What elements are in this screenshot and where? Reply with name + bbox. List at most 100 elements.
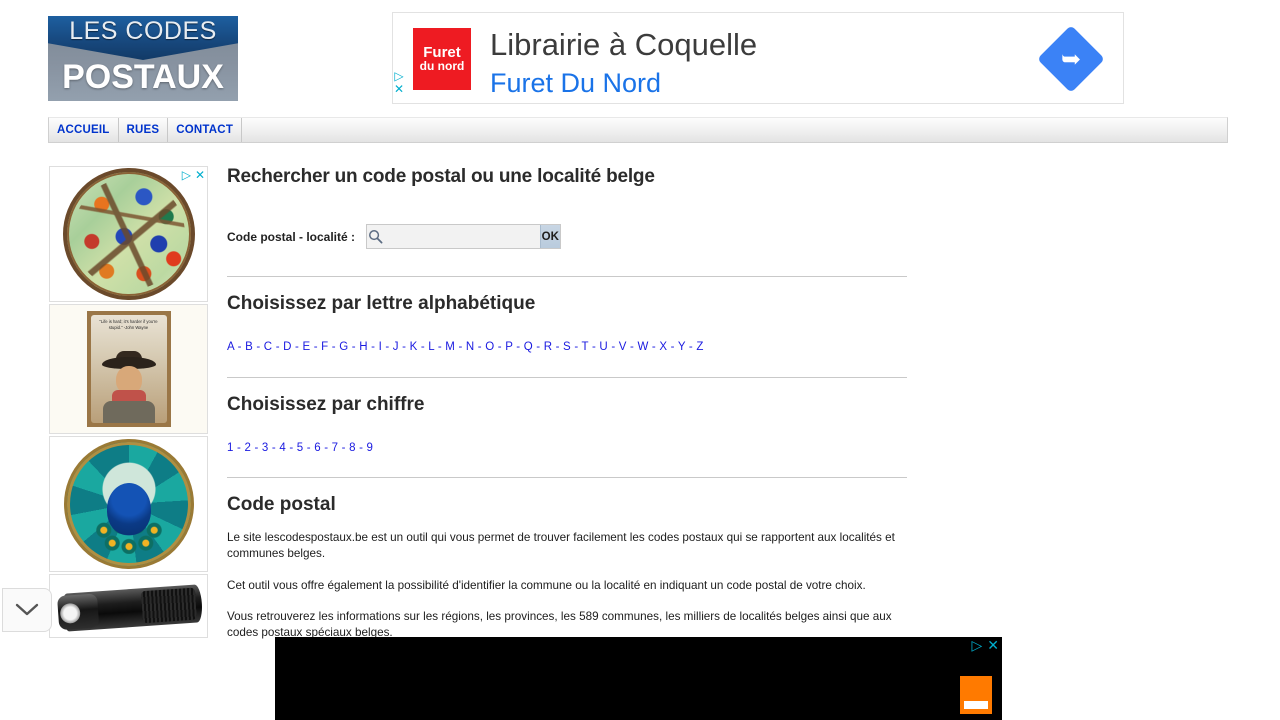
- link-separator: -: [455, 341, 466, 353]
- nav-item-accueil-label: ACCUEIL: [57, 124, 110, 136]
- nav-item-contact[interactable]: CONTACT: [168, 118, 243, 142]
- sidebar-ad-flashlight[interactable]: [49, 574, 208, 638]
- letter-link-z[interactable]: Z: [696, 341, 703, 353]
- main-navigation: ACCUEIL RUES CONTACT: [48, 117, 1228, 143]
- chevron-down-icon: [15, 603, 39, 616]
- nav-item-rues[interactable]: RUES: [119, 118, 169, 142]
- link-separator: -: [552, 341, 564, 353]
- site-logo[interactable]: LES CODES POSTAUX: [48, 16, 238, 101]
- adchoices-triangle-icon[interactable]: ▷: [182, 169, 191, 181]
- digit-link-4[interactable]: 4: [279, 442, 286, 454]
- link-separator: -: [291, 341, 303, 353]
- link-separator: -: [685, 341, 697, 353]
- letter-link-v[interactable]: V: [619, 341, 627, 353]
- bottom-advertisement[interactable]: ▷ ✕: [275, 637, 1002, 720]
- poster-inner: "Life is hard; it's harder if you're stu…: [90, 315, 167, 423]
- arrow-right-glyph: ➥: [1060, 45, 1082, 73]
- ad-headline: Librairie à Coquelle: [490, 27, 758, 62]
- letter-link-h[interactable]: H: [359, 341, 368, 353]
- letter-link-w[interactable]: W: [637, 341, 648, 353]
- page-root: LES CODES POSTAUX Furet du nord Librairi…: [0, 0, 1280, 720]
- link-separator: -: [434, 341, 446, 353]
- digit-link-9[interactable]: 9: [367, 442, 374, 454]
- link-separator: -: [310, 341, 322, 353]
- top-ad-adchoices[interactable]: ▷ ✕: [394, 70, 404, 95]
- search-icon: [367, 225, 384, 248]
- link-separator: -: [348, 341, 360, 353]
- letter-link-t[interactable]: T: [582, 341, 589, 353]
- digit-link-1[interactable]: 1: [227, 442, 234, 454]
- link-separator: -: [355, 442, 367, 454]
- letter-link-m[interactable]: M: [445, 341, 455, 353]
- link-separator: -: [626, 341, 638, 353]
- close-icon[interactable]: ✕: [195, 169, 205, 181]
- link-separator: -: [303, 442, 315, 454]
- close-icon[interactable]: ✕: [394, 83, 404, 95]
- nav-item-contact-label: CONTACT: [176, 124, 234, 136]
- search-submit-button[interactable]: OK: [539, 225, 561, 248]
- digit-link-row: 1 - 2 - 3 - 4 - 5 - 6 - 7 - 8 - 9: [227, 442, 927, 454]
- letter-link-u[interactable]: U: [599, 341, 608, 353]
- link-separator: -: [417, 341, 429, 353]
- link-separator: -: [532, 341, 544, 353]
- letter-link-q[interactable]: Q: [524, 341, 533, 353]
- link-separator: -: [285, 442, 297, 454]
- arrow-right-icon[interactable]: ➥: [1037, 25, 1105, 93]
- poster-quote-text: "Life is hard; it's harder if you're stu…: [99, 319, 158, 331]
- poster-image: "Life is hard; it's harder if you're stu…: [86, 311, 171, 427]
- link-separator: -: [588, 341, 600, 353]
- advertiser-logo: Furet du nord: [413, 28, 471, 90]
- advertiser-logo-line2: du nord: [419, 58, 465, 73]
- letter-link-r[interactable]: R: [544, 341, 553, 353]
- letter-link-p[interactable]: P: [505, 341, 513, 353]
- adchoices-triangle-icon[interactable]: ▷: [971, 638, 982, 652]
- digit-link-6[interactable]: 6: [314, 442, 321, 454]
- close-icon[interactable]: ✕: [987, 638, 999, 652]
- adchoices-triangle-icon[interactable]: ▷: [394, 70, 403, 82]
- digit-section-title: Choisissez par chiffre: [227, 394, 425, 415]
- scroll-down-button[interactable]: [2, 588, 52, 632]
- sidebar-ad-stained-glass-peacock[interactable]: [49, 436, 208, 572]
- link-separator: -: [494, 341, 506, 353]
- link-separator: -: [648, 341, 660, 353]
- nav-item-rues-label: RUES: [126, 124, 160, 136]
- letter-link-b[interactable]: B: [245, 341, 253, 353]
- link-separator: -: [607, 341, 619, 353]
- link-separator: -: [367, 341, 379, 353]
- peacock-feather-eyes: [93, 520, 164, 554]
- sidebar-ad-stained-glass-birds[interactable]: ▷ ✕: [49, 166, 208, 302]
- link-separator: -: [667, 341, 678, 353]
- link-separator: -: [474, 341, 486, 353]
- info-paragraph-1: Le site lescodespostaux.be est un outil …: [227, 531, 895, 560]
- logo-line1: LES CODES: [69, 17, 217, 45]
- bottom-ad-orange-block: [960, 676, 992, 714]
- digit-link-8[interactable]: 8: [349, 442, 356, 454]
- link-separator: -: [252, 341, 264, 353]
- bottom-ad-adchoices[interactable]: ▷ ✕: [971, 638, 999, 652]
- flashlight-image: [56, 584, 204, 632]
- search-label: Code postal - localité :: [227, 229, 356, 244]
- letter-link-s[interactable]: S: [563, 341, 571, 353]
- alpha-section-title: Choisissez par lettre alphabétique: [227, 293, 536, 314]
- info-paragraph-2: Cet outil vous offre également la possib…: [227, 578, 866, 592]
- link-separator: -: [381, 341, 393, 353]
- sidebar-ad-column: ▷ ✕ "Life is hard; it's harder if you're…: [49, 166, 208, 640]
- sidebar-ad-1-adchoices[interactable]: ▷ ✕: [182, 169, 205, 181]
- search-box[interactable]: OK: [366, 224, 562, 249]
- letter-link-y[interactable]: Y: [678, 341, 686, 353]
- letter-link-d[interactable]: D: [283, 341, 292, 353]
- main-content: Rechercher un code postal ou une localit…: [227, 166, 927, 641]
- body-shape: [102, 401, 155, 423]
- search-row: Code postal - localité : OK: [227, 224, 927, 249]
- top-advertisement[interactable]: Furet du nord Librairie à Coquelle Furet…: [392, 12, 1124, 104]
- flashlight-head: [56, 593, 100, 631]
- search-input[interactable]: [384, 225, 540, 248]
- sidebar-ad-john-wayne-poster[interactable]: "Life is hard; it's harder if you're stu…: [49, 304, 208, 434]
- link-separator: -: [338, 442, 350, 454]
- flashlight-grip: [140, 587, 197, 624]
- nav-item-accueil[interactable]: ACCUEIL: [49, 118, 119, 142]
- poster-figure: [101, 351, 157, 423]
- link-separator: -: [320, 442, 332, 454]
- link-separator: -: [234, 341, 246, 353]
- logo-line2: POSTAUX: [62, 58, 224, 96]
